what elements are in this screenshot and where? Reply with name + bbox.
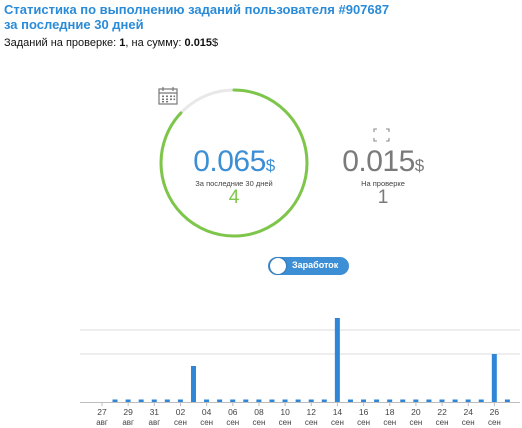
chart-bar[interactable]: [151, 399, 157, 403]
chart-bar[interactable]: [439, 399, 445, 403]
chart-bar[interactable]: [334, 318, 340, 402]
frame-icon: [373, 128, 390, 142]
pending-label: Заданий на проверке:: [4, 37, 120, 49]
chart-bar[interactable]: [504, 399, 510, 403]
title-line-2: за последние 30 дней: [4, 17, 144, 32]
chart-bar[interactable]: [269, 399, 275, 403]
x-tick-month: сен: [226, 418, 239, 427]
chart-bar[interactable]: [400, 399, 406, 403]
chart-bar[interactable]: [308, 399, 314, 403]
x-tick-day: 04: [202, 407, 212, 417]
earned-currency: $: [265, 156, 275, 175]
chart-bar[interactable]: [256, 399, 262, 403]
x-tick-month: авг: [122, 418, 134, 427]
pending-amount-currency: $: [414, 156, 424, 175]
calendar-icon: [158, 87, 178, 105]
earned-30-days-stat: 0.065$ За последние 30 дней 4: [158, 87, 310, 239]
x-tick-day: 27: [97, 407, 107, 417]
pending-amount: 0.015$: [342, 145, 424, 178]
chart-bar[interactable]: [138, 399, 144, 403]
pending-task-count: 1: [377, 187, 389, 208]
x-tick-day: 24: [464, 407, 474, 417]
chart-bar[interactable]: [243, 399, 249, 403]
chart-bar[interactable]: [230, 399, 236, 403]
x-tick-month: сен: [409, 418, 422, 427]
x-tick-day: 06: [228, 407, 238, 417]
chart-bar[interactable]: [465, 399, 471, 403]
x-tick-month: сен: [253, 418, 266, 427]
x-tick-day: 20: [411, 407, 421, 417]
toggle-label: Заработок: [292, 260, 339, 270]
chart-bar[interactable]: [125, 399, 131, 403]
x-tick-month: сен: [357, 418, 370, 427]
earned-task-count: 4: [228, 187, 240, 208]
x-tick-month: сен: [436, 418, 449, 427]
chart-bar[interactable]: [426, 399, 432, 403]
x-tick-month: сен: [200, 418, 213, 427]
pending-summary: Заданий на проверке: 1, на сумму: 0.015$: [4, 37, 218, 49]
chart-bar[interactable]: [361, 399, 367, 403]
x-tick-day: 12: [307, 407, 317, 417]
chart-bar[interactable]: [491, 354, 497, 402]
x-tick-month: авг: [96, 418, 108, 427]
x-tick-day: 10: [280, 407, 290, 417]
chart-bar[interactable]: [452, 399, 458, 403]
chart-bar[interactable]: [112, 399, 118, 403]
chart-bar[interactable]: [374, 399, 380, 403]
x-tick-day: 14: [333, 407, 343, 417]
x-tick-month: сен: [383, 418, 396, 427]
chart-bar[interactable]: [282, 399, 288, 403]
x-tick-month: сен: [462, 418, 475, 427]
pending-review-stat: 0.015$ На проверке 1: [330, 87, 436, 239]
x-tick-month: сен: [488, 418, 501, 427]
x-tick-day: 26: [490, 407, 500, 417]
x-tick-day: 31: [150, 407, 160, 417]
x-tick-day: 18: [385, 407, 395, 417]
chart-bar[interactable]: [217, 399, 223, 403]
chart-bar[interactable]: [321, 399, 327, 403]
x-tick-day: 22: [437, 407, 447, 417]
chart-bar[interactable]: [190, 366, 196, 402]
title-line-1: Статистика по выполнению заданий пользов…: [4, 2, 390, 17]
earnings-toggle[interactable]: Заработок: [268, 257, 349, 275]
chart-bar[interactable]: [413, 399, 419, 403]
x-tick-month: сен: [331, 418, 344, 427]
toggle-knob[interactable]: [270, 258, 286, 274]
x-tick-month: сен: [174, 418, 187, 427]
page-title: Статистика по выполнению заданий пользов…: [4, 2, 514, 32]
chart-bar[interactable]: [347, 399, 353, 403]
chart-bar[interactable]: [177, 399, 183, 403]
x-tick-day: 29: [123, 407, 133, 417]
pending-currency: $: [212, 37, 219, 49]
x-tick-month: авг: [149, 418, 161, 427]
x-tick-day: 16: [359, 407, 369, 417]
pending-sum-value: 0.015: [184, 37, 213, 49]
chart-bar[interactable]: [478, 399, 484, 403]
x-tick-day: 02: [176, 407, 186, 417]
earned-amount: 0.065$: [193, 145, 275, 178]
chart-bar[interactable]: [387, 399, 393, 403]
chart-bar[interactable]: [295, 399, 301, 403]
earnings-bar-chart: 27авг29авг31авг02сен04сен06сен08сен10сен…: [80, 318, 520, 427]
x-tick-month: сен: [279, 418, 292, 427]
x-tick-day: 08: [254, 407, 264, 417]
chart-bar[interactable]: [204, 399, 210, 403]
pending-sum-label: , на сумму:: [125, 37, 185, 49]
x-tick-month: сен: [305, 418, 318, 427]
chart-bar[interactable]: [164, 399, 170, 403]
